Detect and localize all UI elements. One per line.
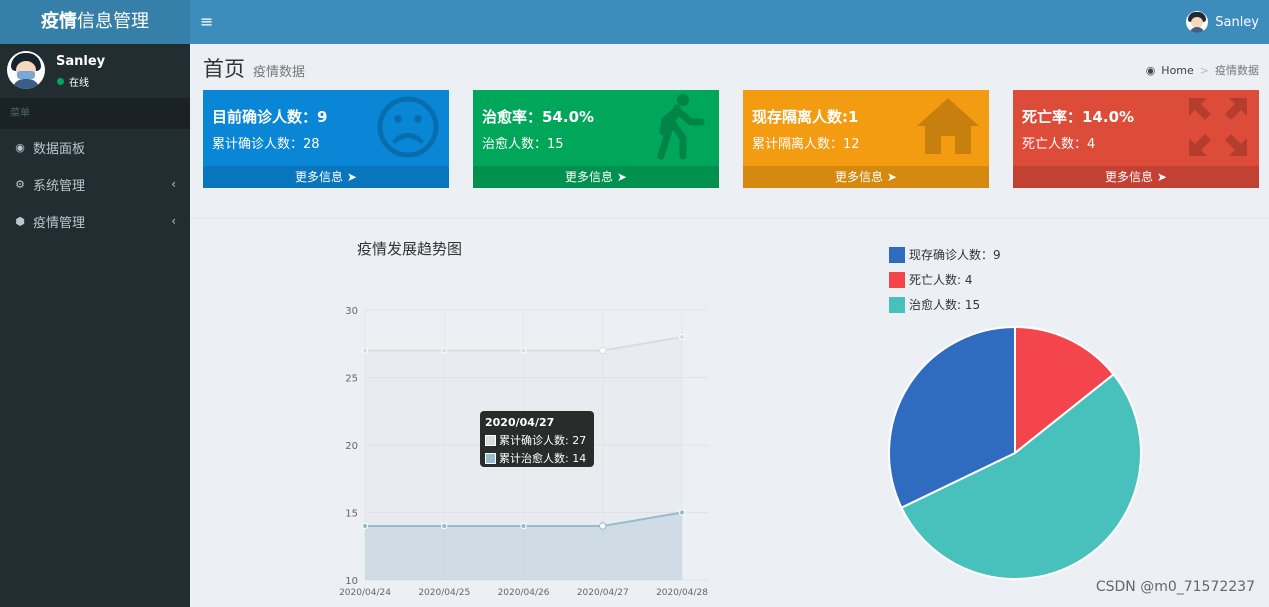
sidebar-item-system[interactable]: ⚙ 系统管理 ‹ [0,166,190,203]
box-subtitle: 死亡人数：4 [1022,137,1096,152]
info-box-death: 死亡率：14.0% 死亡人数：4 更多信息 ➤ [1013,90,1259,188]
more-info-link[interactable]: 更多信息 ➤ [203,166,449,188]
box-title: 死亡率：14.0% [1022,108,1135,126]
arrow-circle-right-icon: ➤ [1156,170,1167,184]
tooltip-swatch [485,434,496,446]
breadcrumb-home[interactable]: Home [1161,64,1193,77]
content-header: 首页 疫情数据 [203,53,305,83]
data-point [441,347,448,354]
x-tick-label: 2020/04/25 [418,588,470,598]
pie-legend: 现存确诊人数：9 死亡人数: 4 治愈人数: 15 [889,242,1001,317]
box-subtitle: 治愈人数：15 [482,137,564,152]
data-point [520,347,527,354]
home-icon [917,98,979,154]
user-panel: Sanley 在线 [0,44,190,98]
legend-swatch [889,271,905,288]
legend-item: 治愈人数: 15 [889,292,1001,317]
box-title: 目前确诊人数：9 [212,108,328,126]
tooltip-title: 2020/04/27 [485,416,555,429]
data-point [678,333,686,341]
info-box-confirmed: 目前确诊人数：9 累计确诊人数：28 更多信息 ➤ [203,90,449,188]
arrow-circle-right-icon: ➤ [886,170,897,184]
data-point [520,522,527,530]
page-title: 首页 [203,57,245,81]
online-dot-icon [57,78,64,85]
data-point [599,522,607,530]
legend-item: 现存确诊人数：9 [889,242,1001,267]
sidebar: Sanley 在线 菜单 ◉ 数据面板 ⚙ 系统管理 ‹ ⬢ 疫情管理 ‹ [0,44,190,607]
more-info-link[interactable]: 更多信息 ➤ [473,166,719,188]
app-logo[interactable]: 疫情信息管理 [0,0,190,44]
sidebar-user-name: Sanley [56,54,106,69]
y-tick-label: 25 [345,374,358,385]
page-subtitle: 疫情数据 [253,65,306,80]
data-point [361,522,369,530]
x-tick-label: 2020/04/27 [577,588,629,598]
box-subtitle: 累计隔离人数：12 [752,137,860,152]
data-point [361,347,369,354]
frown-icon [377,96,439,158]
status-pie-chart[interactable] [880,320,1150,590]
y-tick-label: 20 [345,441,358,452]
chevron-left-icon: ‹ [171,214,176,228]
arrow-circle-right-icon: ➤ [346,170,357,184]
sidebar-toggle-icon[interactable]: ≡ [200,13,214,31]
header-username: Sanley [1215,14,1259,30]
box-subtitle: 累计确诊人数：28 [212,137,320,152]
breadcrumb: ◉ Home > 疫情数据 [1146,62,1259,78]
sidebar-item-dashboard[interactable]: ◉ 数据面板 [0,129,190,166]
chevron-left-icon: ‹ [171,177,176,191]
walking-icon [657,94,705,160]
y-tick-label: 30 [345,306,358,317]
watermark: CSDN @m0_71572237 [1095,579,1255,595]
sidebar-item-epidemic[interactable]: ⬢ 疫情管理 ‹ [0,203,190,240]
avatar [1186,11,1209,33]
tooltip-row: 累计治愈人数: 14 [485,449,589,467]
x-tick-label: 2020/04/24 [339,588,391,598]
breadcrumb-separator: > [1199,63,1209,77]
dashboard-icon: ◉ [15,141,25,154]
arrow-circle-right-icon: ➤ [616,170,627,184]
tooltip-row: 累计确诊人数: 27 [485,431,589,449]
breadcrumb-current: 疫情数据 [1215,64,1259,77]
legend-swatch [889,296,905,313]
data-point [678,509,686,516]
data-point [599,346,607,355]
box-title: 治愈率：54.0% [482,108,595,126]
menu-header: 菜单 [0,98,190,129]
box-title: 现存隔离人数:1 [752,108,859,126]
top-header: 疫情信息管理 ≡ Sanley [0,0,1269,44]
status-online: 在线 [57,74,89,89]
dashboard-icon: ◉ [1145,63,1156,77]
cogs-icon: ⚙ [15,178,25,191]
info-box-isolation: 现存隔离人数:1 累计隔离人数：12 更多信息 ➤ [743,90,989,188]
avatar [7,51,45,89]
data-point [441,522,448,530]
more-info-link[interactable]: 更多信息 ➤ [743,166,989,188]
info-box-cure: 治愈率：54.0% 治愈人数：15 更多信息 ➤ [473,90,719,188]
expand-icon [1189,98,1247,156]
chart-tooltip: 2020/04/27 累计确诊人数: 27 累计治愈人数: 14 [480,411,594,467]
x-tick-label: 2020/04/26 [498,588,550,598]
cube-icon: ⬢ [15,215,25,228]
more-info-link[interactable]: 更多信息 ➤ [1013,166,1259,188]
tooltip-swatch [485,452,496,464]
legend-swatch [889,246,905,263]
legend-item: 死亡人数: 4 [889,267,1001,292]
y-tick-label: 10 [345,576,358,587]
y-tick-label: 15 [345,509,358,520]
user-menu[interactable]: Sanley [1186,10,1259,34]
chart-title: 疫情发展趋势图 [357,240,463,258]
x-tick-label: 2020/04/28 [656,588,708,598]
